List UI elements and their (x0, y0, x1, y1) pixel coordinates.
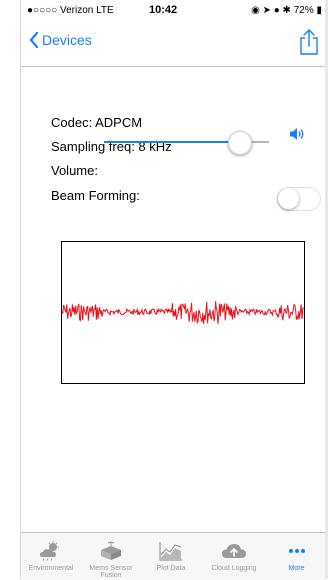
back-label: Devices (42, 32, 92, 48)
more-icon (288, 549, 305, 553)
navigation-bar: Devices (21, 22, 326, 67)
codec-label: Codec: ADPCM (51, 115, 143, 130)
speaker-icon[interactable] (289, 126, 305, 142)
plot-icon (159, 542, 182, 561)
cloud-upload-icon (222, 544, 246, 558)
carrier-label: ●○○○○ Verizon LTE (27, 5, 114, 16)
tab-label: Plot Data (156, 565, 186, 572)
tab-bar: Environmental Mems Sensor Fusion Plot Da… (21, 532, 326, 580)
tab-label: Mems Sensor Fusion (89, 565, 133, 579)
audio-waveform-line (61, 301, 305, 324)
volume-slider-thumb[interactable] (228, 131, 252, 155)
beam-forming-toggle-knob (278, 188, 299, 209)
beam-forming-label: Beam Forming: (51, 188, 140, 203)
status-bar: ●○○○○ Verizon LTE 10:42 ◉ ➤ ● ✱ 72% ▮ (21, 0, 326, 22)
app-screen: ●○○○○ Verizon LTE 10:42 ◉ ➤ ● ✱ 72% ▮ De… (20, 0, 326, 580)
clock: 10:42 (149, 4, 178, 16)
tab-mems-sensor-fusion[interactable]: Mems Sensor Fusion (81, 535, 141, 579)
audio-waveform-plot (61, 241, 305, 384)
tab-more[interactable]: More (267, 535, 326, 579)
share-icon[interactable] (298, 28, 320, 56)
cube-icon (101, 541, 121, 560)
tab-label: Cloud Logging (211, 565, 257, 572)
waveform-canvas (61, 301, 305, 324)
volume-slider[interactable] (104, 131, 269, 155)
tab-label: Environmental (28, 565, 74, 572)
tab-plot-data[interactable]: Plot Data (141, 535, 201, 579)
device-frame-left (0, 0, 20, 579)
tab-label: More (288, 565, 305, 572)
volume-slider-fill (104, 141, 237, 143)
chevron-left-icon (29, 32, 39, 48)
tab-environmental[interactable]: Environmental (21, 535, 81, 579)
back-button[interactable]: Devices (29, 32, 92, 48)
volume-label: Volume: (51, 163, 98, 178)
beam-forming-toggle[interactable] (277, 187, 321, 211)
weather-icon (40, 541, 59, 561)
tab-cloud-logging[interactable]: Cloud Logging (201, 535, 267, 579)
status-icons: ◉ ➤ ● ✱ 72% ▮ (251, 5, 322, 16)
